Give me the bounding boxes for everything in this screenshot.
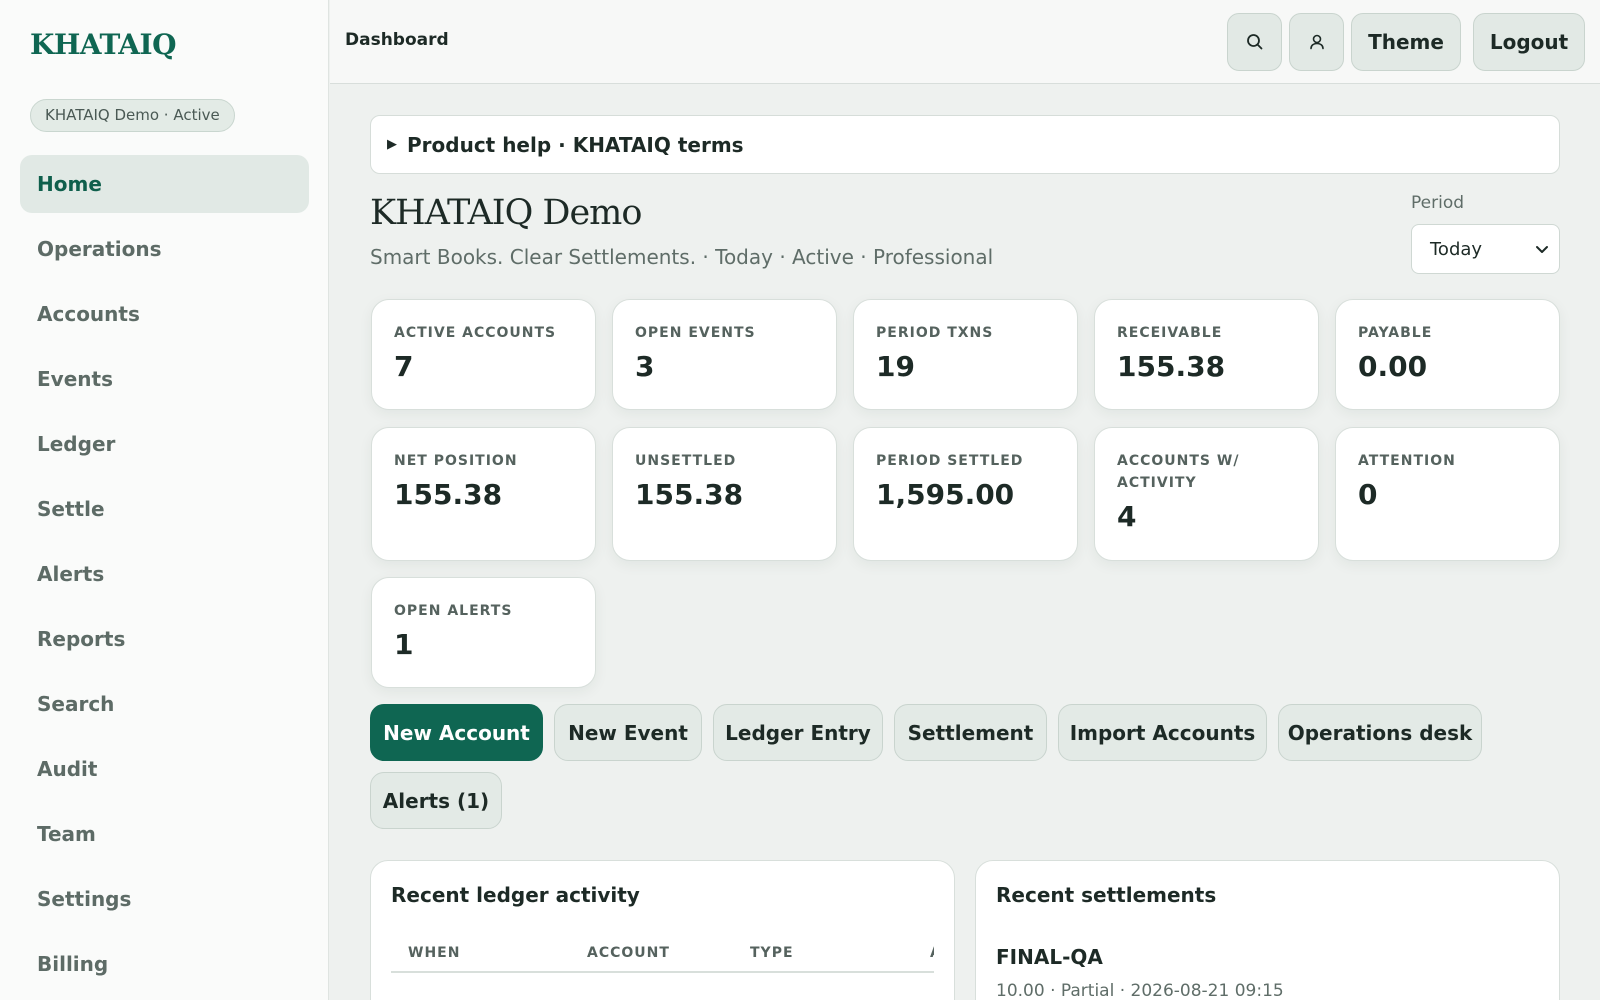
brand-logo[interactable]: KHATAIQ (30, 28, 177, 61)
search-button[interactable] (1227, 13, 1282, 71)
panel-title: Recent settlements (996, 883, 1217, 907)
sidebar-item-reports[interactable]: Reports (20, 610, 309, 668)
org-title: KHATAIQ Demo (370, 193, 642, 233)
stat-value: 1 (394, 628, 414, 661)
stat-value: 155.38 (635, 478, 744, 511)
org-subtitle: Smart Books. Clear Settlements. · Today … (370, 245, 994, 269)
stat-label: OPEN EVENTS (635, 325, 756, 341)
stat-value: 1,595.00 (876, 478, 1015, 511)
stat-card-period-settled: PERIOD SETTLED 1,595.00 (853, 427, 1078, 561)
sidebar-item-billing[interactable]: Billing (20, 935, 309, 993)
topbar: Dashboard Theme Logout (330, 0, 1600, 84)
stat-value: 0 (1358, 478, 1378, 511)
sidebar-item-home[interactable]: Home (20, 155, 309, 213)
stat-card-open-alerts: OPEN ALERTS 1 (371, 577, 596, 688)
page-title: Dashboard (345, 30, 449, 50)
stat-card-active-accounts: ACTIVE ACCOUNTS 7 (371, 299, 596, 410)
stat-card-unsettled: UNSETTLED 155.38 (612, 427, 837, 561)
search-icon (1246, 34, 1262, 50)
settlement-meta: 10.00 · Partial · 2026-08-21 09:15 (996, 981, 1284, 1000)
logout-button[interactable]: Logout (1473, 13, 1585, 71)
stat-label: NET POSITION (394, 453, 518, 469)
recent-settlements-panel: Recent settlements FINAL-QA 10.00 · Part… (975, 860, 1560, 1000)
sidebar-nav: Home Operations Accounts Events Ledger S… (20, 155, 309, 1000)
stat-label: ACCOUNTS W/ ACTIVITY (1117, 453, 1240, 491)
column-header-when[interactable]: WHEN (408, 945, 460, 961)
import-accounts-button[interactable]: Import Accounts (1058, 704, 1267, 761)
period-label: Period (1411, 193, 1465, 213)
profile-button[interactable] (1289, 13, 1344, 71)
ledger-table-header: WHEN ACCOUNT TYPE A (391, 933, 934, 973)
stat-label: PERIOD TXNS (876, 325, 994, 341)
stat-label: ATTENTION (1358, 453, 1456, 469)
stat-value: 19 (876, 350, 915, 383)
panel-title: Recent ledger activity (391, 883, 640, 907)
product-help-label: Product help · KHATAIQ terms (407, 132, 744, 157)
stat-label: RECEIVABLE (1117, 325, 1223, 341)
sidebar-item-ledger[interactable]: Ledger (20, 415, 309, 473)
stat-value: 155.38 (1117, 350, 1226, 383)
sidebar-item-audit[interactable]: Audit (20, 740, 309, 798)
sidebar-item-settle[interactable]: Settle (20, 480, 309, 538)
sidebar-item-search[interactable]: Search (20, 675, 309, 733)
stat-card-receivable: RECEIVABLE 155.38 (1094, 299, 1319, 410)
theme-button[interactable]: Theme (1351, 13, 1461, 71)
disclosure-triangle-icon: ▶ (387, 137, 397, 152)
new-account-button[interactable]: New Account (370, 704, 543, 761)
stat-label: PAYABLE (1358, 325, 1433, 341)
stat-label: ACTIVE ACCOUNTS (394, 325, 557, 341)
settlement-button[interactable]: Settlement (894, 704, 1047, 761)
product-help-toggle[interactable]: ▶ Product help · KHATAIQ terms (370, 115, 1560, 174)
stat-card-open-events: OPEN EVENTS 3 (612, 299, 837, 410)
column-header-type[interactable]: TYPE (750, 945, 794, 961)
sidebar: KHATAIQ KHATAIQ Demo · Active Home Opera… (0, 0, 329, 1000)
stat-card-net-position: NET POSITION 155.38 (371, 427, 596, 561)
column-header-account[interactable]: ACCOUNT (587, 945, 670, 961)
alerts-button[interactable]: Alerts (1) (370, 772, 502, 829)
list-item[interactable]: FINAL-QA 10.00 · Partial · 2026-08-21 09… (996, 945, 1539, 1000)
user-icon (1309, 34, 1324, 50)
stat-value: 0.00 (1358, 350, 1428, 383)
stat-label: UNSETTLED (635, 453, 737, 469)
stat-label: PERIOD SETTLED (876, 453, 1024, 469)
stat-value: 4 (1117, 500, 1137, 533)
period-value: Today (1430, 238, 1483, 260)
sidebar-item-alerts[interactable]: Alerts (20, 545, 309, 603)
stat-card-attention: ATTENTION 0 (1335, 427, 1560, 561)
chevron-down-icon (1536, 246, 1548, 253)
stat-card-period-txns: PERIOD TXNS 19 (853, 299, 1078, 410)
stat-value: 7 (394, 350, 414, 383)
stat-value: 3 (635, 350, 655, 383)
operations-desk-button[interactable]: Operations desk (1278, 704, 1482, 761)
main-content: ▶ Product help · KHATAIQ terms KHATAIQ D… (330, 85, 1600, 1000)
period-select[interactable]: Today (1411, 224, 1560, 274)
sidebar-item-accounts[interactable]: Accounts (20, 285, 309, 343)
stat-card-payable: PAYABLE 0.00 (1335, 299, 1560, 410)
column-header-amount[interactable]: A (930, 945, 934, 961)
new-event-button[interactable]: New Event (554, 704, 702, 761)
settlement-name: FINAL-QA (996, 945, 1103, 969)
stat-card-accounts-with-activity: ACCOUNTS W/ ACTIVITY 4 (1094, 427, 1319, 561)
recent-ledger-panel: Recent ledger activity WHEN ACCOUNT TYPE… (370, 860, 955, 1000)
sidebar-item-settings[interactable]: Settings (20, 870, 309, 928)
org-status-badge: KHATAIQ Demo · Active (30, 99, 235, 132)
stat-value: 155.38 (394, 478, 503, 511)
sidebar-item-team[interactable]: Team (20, 805, 309, 863)
sidebar-item-events[interactable]: Events (20, 350, 309, 408)
ledger-entry-button[interactable]: Ledger Entry (713, 704, 883, 761)
sidebar-item-operations[interactable]: Operations (20, 220, 309, 278)
stat-label: OPEN ALERTS (394, 603, 513, 619)
